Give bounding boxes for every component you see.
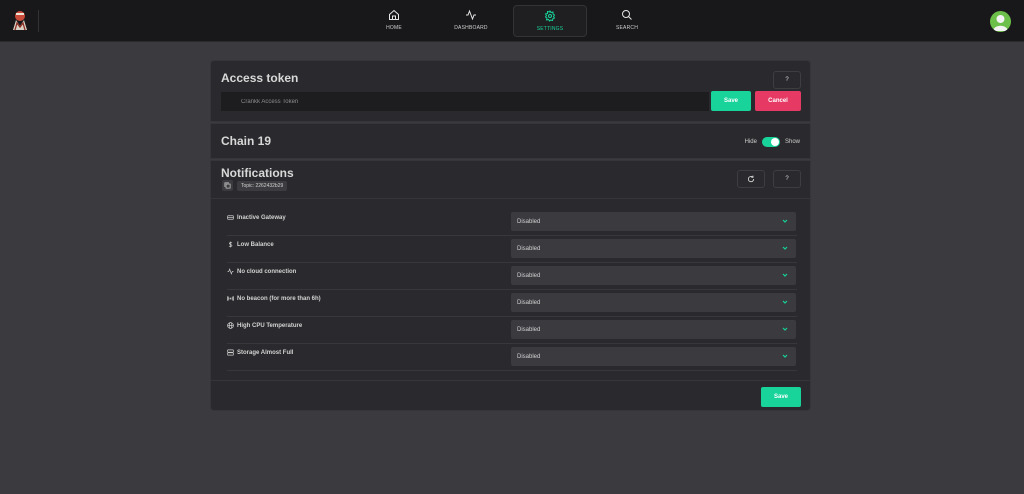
- storage-icon: [227, 349, 234, 356]
- access-token-input[interactable]: [221, 92, 709, 111]
- select-value: Disabled: [517, 272, 541, 279]
- nav-dashboard[interactable]: DASHBOARD: [435, 5, 507, 37]
- notification-label: No beacon (for more than 6h): [237, 295, 321, 302]
- logo-icon[interactable]: [10, 9, 30, 31]
- notification-label-group: Low Balance: [227, 241, 274, 248]
- notification-label-group: High CPU Temperature: [227, 322, 302, 329]
- nav-home[interactable]: HOME: [358, 5, 430, 37]
- nav-home-label: HOME: [386, 25, 402, 31]
- notification-row-storage-almost-full: Storage Almost Full Disabled: [227, 344, 797, 371]
- notification-row-low-balance: Low Balance Disabled: [227, 236, 797, 263]
- chain-title: Chain 19: [221, 134, 272, 148]
- notification-label-group: Inactive Gateway: [227, 214, 286, 221]
- logo-divider: [38, 10, 39, 32]
- chevron-down-icon: [782, 354, 788, 358]
- notification-label-group: No cloud connection: [227, 268, 296, 275]
- chain-visibility-toggle-group: Hide Show: [745, 137, 800, 147]
- gateway-icon: [227, 215, 234, 220]
- avatar[interactable]: [990, 11, 1011, 32]
- notification-label: No cloud connection: [237, 268, 297, 275]
- select-value: Disabled: [517, 353, 541, 360]
- select-value: Disabled: [517, 299, 541, 306]
- nav-settings[interactable]: SETTINGS: [513, 5, 587, 37]
- home-icon: [389, 9, 399, 20]
- no-beacon-select[interactable]: Disabled: [511, 293, 796, 312]
- notifications-card: Notifications Topic: 2262432b29 ? Inacti…: [210, 160, 811, 411]
- nav-search[interactable]: SEARCH: [591, 5, 663, 37]
- chain-card: Chain 19 Hide Show: [210, 123, 811, 159]
- notification-label-group: Storage Almost Full: [227, 349, 293, 356]
- nav-settings-label: SETTINGS: [536, 26, 564, 32]
- notification-row-high-cpu-temperature: High CPU Temperature Disabled: [227, 317, 797, 344]
- notifications-help-button[interactable]: ?: [773, 170, 801, 188]
- access-token-title: Access token: [221, 71, 299, 85]
- notifications-divider: [211, 198, 810, 199]
- nav-search-label: SEARCH: [615, 25, 639, 31]
- nav-dashboard-label: DASHBOARD: [454, 25, 488, 31]
- access-token-help-button[interactable]: ?: [773, 71, 801, 89]
- chevron-down-icon: [782, 300, 788, 304]
- access-token-save-button[interactable]: Save: [711, 91, 751, 111]
- search-icon: [622, 10, 632, 20]
- refresh-button[interactable]: [737, 170, 765, 188]
- notification-label: Storage Almost Full: [237, 349, 294, 356]
- high-cpu-temperature-select[interactable]: Disabled: [511, 320, 796, 339]
- chevron-down-icon: [782, 273, 788, 277]
- notification-row-no-beacon: No beacon (for more than 6h) Disabled: [227, 290, 797, 317]
- activity-icon: [466, 9, 476, 21]
- topic-row: Topic: 2262432b29: [222, 180, 288, 191]
- inactive-gateway-select[interactable]: Disabled: [511, 212, 796, 231]
- globe-icon: [227, 322, 234, 329]
- notification-label: High CPU Temperature: [237, 322, 303, 329]
- low-balance-select[interactable]: Disabled: [511, 239, 796, 258]
- access-token-cancel-button[interactable]: Cancel: [755, 91, 801, 111]
- select-value: Disabled: [517, 326, 541, 333]
- notification-row-no-cloud-connection: No cloud connection Disabled: [227, 263, 797, 290]
- chevron-down-icon: [782, 219, 788, 223]
- chevron-down-icon: [782, 246, 788, 250]
- notifications-save-button[interactable]: Save: [761, 387, 801, 407]
- notification-row-inactive-gateway: Inactive Gateway Disabled: [227, 209, 797, 236]
- top-navbar: HOME DASHBOARD SETTINGS SEARCH: [0, 0, 1024, 42]
- user-icon: [993, 15, 1008, 31]
- chain-visibility-toggle[interactable]: [761, 137, 780, 147]
- broadcast-icon: [227, 295, 234, 302]
- notification-label: Low Balance: [237, 241, 274, 248]
- hide-label: Hide: [744, 139, 757, 145]
- show-label: Show: [784, 139, 800, 145]
- select-value: Disabled: [517, 245, 541, 252]
- notifications-footer-divider: [211, 380, 810, 381]
- copy-topic-button[interactable]: [222, 180, 233, 191]
- gear-icon: [544, 10, 556, 22]
- storage-almost-full-select[interactable]: Disabled: [511, 347, 796, 366]
- no-cloud-connection-select[interactable]: Disabled: [511, 266, 796, 285]
- notification-label: Inactive Gateway: [237, 214, 286, 221]
- access-token-card: Access token ? Save Cancel: [210, 60, 811, 122]
- chevron-down-icon: [782, 327, 788, 331]
- refresh-icon: [747, 175, 755, 183]
- dollar-icon: [228, 241, 233, 248]
- copy-icon: [224, 182, 231, 189]
- notification-label-group: No beacon (for more than 6h): [227, 295, 321, 302]
- activity-icon: [227, 268, 234, 275]
- select-value: Disabled: [517, 218, 541, 225]
- notifications-title: Notifications: [221, 166, 294, 180]
- topic-badge: Topic: 2262432b29: [237, 180, 288, 191]
